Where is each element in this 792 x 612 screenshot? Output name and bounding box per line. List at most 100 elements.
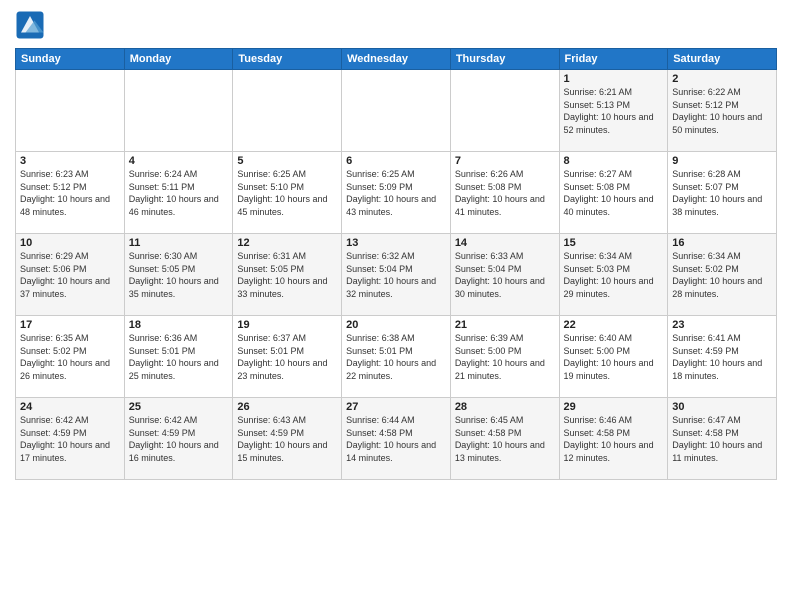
calendar-cell: 6Sunrise: 6:25 AM Sunset: 5:09 PM Daylig…	[342, 152, 451, 234]
calendar-cell	[342, 70, 451, 152]
calendar-cell: 15Sunrise: 6:34 AM Sunset: 5:03 PM Dayli…	[559, 234, 668, 316]
calendar-cell: 7Sunrise: 6:26 AM Sunset: 5:08 PM Daylig…	[450, 152, 559, 234]
calendar-cell: 3Sunrise: 6:23 AM Sunset: 5:12 PM Daylig…	[16, 152, 125, 234]
calendar-table: SundayMondayTuesdayWednesdayThursdayFrid…	[15, 48, 777, 480]
day-number: 2	[672, 73, 772, 85]
day-number: 13	[346, 237, 446, 249]
logo-icon	[15, 10, 45, 40]
day-number: 25	[129, 401, 229, 413]
calendar-cell	[450, 70, 559, 152]
day-info: Sunrise: 6:31 AM Sunset: 5:05 PM Dayligh…	[237, 250, 337, 300]
day-info: Sunrise: 6:47 AM Sunset: 4:58 PM Dayligh…	[672, 414, 772, 464]
day-number: 8	[564, 155, 664, 167]
day-number: 30	[672, 401, 772, 413]
calendar-cell: 29Sunrise: 6:46 AM Sunset: 4:58 PM Dayli…	[559, 398, 668, 480]
day-info: Sunrise: 6:24 AM Sunset: 5:11 PM Dayligh…	[129, 168, 229, 218]
day-info: Sunrise: 6:26 AM Sunset: 5:08 PM Dayligh…	[455, 168, 555, 218]
calendar-cell: 24Sunrise: 6:42 AM Sunset: 4:59 PM Dayli…	[16, 398, 125, 480]
calendar-cell: 14Sunrise: 6:33 AM Sunset: 5:04 PM Dayli…	[450, 234, 559, 316]
calendar-week-row: 17Sunrise: 6:35 AM Sunset: 5:02 PM Dayli…	[16, 316, 777, 398]
weekday-header: Sunday	[16, 49, 125, 70]
day-number: 5	[237, 155, 337, 167]
day-number: 19	[237, 319, 337, 331]
day-info: Sunrise: 6:25 AM Sunset: 5:10 PM Dayligh…	[237, 168, 337, 218]
calendar-week-row: 10Sunrise: 6:29 AM Sunset: 5:06 PM Dayli…	[16, 234, 777, 316]
day-number: 17	[20, 319, 120, 331]
header	[15, 10, 777, 40]
day-number: 24	[20, 401, 120, 413]
calendar-cell	[16, 70, 125, 152]
calendar-cell: 2Sunrise: 6:22 AM Sunset: 5:12 PM Daylig…	[668, 70, 777, 152]
calendar-cell: 1Sunrise: 6:21 AM Sunset: 5:13 PM Daylig…	[559, 70, 668, 152]
day-info: Sunrise: 6:35 AM Sunset: 5:02 PM Dayligh…	[20, 332, 120, 382]
day-number: 10	[20, 237, 120, 249]
calendar-cell: 22Sunrise: 6:40 AM Sunset: 5:00 PM Dayli…	[559, 316, 668, 398]
weekday-header: Friday	[559, 49, 668, 70]
day-info: Sunrise: 6:37 AM Sunset: 5:01 PM Dayligh…	[237, 332, 337, 382]
day-number: 14	[455, 237, 555, 249]
day-info: Sunrise: 6:45 AM Sunset: 4:58 PM Dayligh…	[455, 414, 555, 464]
calendar-cell: 8Sunrise: 6:27 AM Sunset: 5:08 PM Daylig…	[559, 152, 668, 234]
day-info: Sunrise: 6:30 AM Sunset: 5:05 PM Dayligh…	[129, 250, 229, 300]
calendar-cell	[124, 70, 233, 152]
day-info: Sunrise: 6:44 AM Sunset: 4:58 PM Dayligh…	[346, 414, 446, 464]
day-number: 1	[564, 73, 664, 85]
calendar-cell: 16Sunrise: 6:34 AM Sunset: 5:02 PM Dayli…	[668, 234, 777, 316]
day-number: 12	[237, 237, 337, 249]
weekday-header: Tuesday	[233, 49, 342, 70]
day-info: Sunrise: 6:34 AM Sunset: 5:03 PM Dayligh…	[564, 250, 664, 300]
day-number: 21	[455, 319, 555, 331]
weekday-header: Thursday	[450, 49, 559, 70]
calendar-cell: 28Sunrise: 6:45 AM Sunset: 4:58 PM Dayli…	[450, 398, 559, 480]
day-info: Sunrise: 6:46 AM Sunset: 4:58 PM Dayligh…	[564, 414, 664, 464]
day-info: Sunrise: 6:39 AM Sunset: 5:00 PM Dayligh…	[455, 332, 555, 382]
calendar-week-row: 1Sunrise: 6:21 AM Sunset: 5:13 PM Daylig…	[16, 70, 777, 152]
calendar-cell	[233, 70, 342, 152]
day-info: Sunrise: 6:36 AM Sunset: 5:01 PM Dayligh…	[129, 332, 229, 382]
day-number: 22	[564, 319, 664, 331]
calendar-cell: 13Sunrise: 6:32 AM Sunset: 5:04 PM Dayli…	[342, 234, 451, 316]
day-number: 29	[564, 401, 664, 413]
day-info: Sunrise: 6:40 AM Sunset: 5:00 PM Dayligh…	[564, 332, 664, 382]
calendar-cell: 25Sunrise: 6:42 AM Sunset: 4:59 PM Dayli…	[124, 398, 233, 480]
calendar-cell: 9Sunrise: 6:28 AM Sunset: 5:07 PM Daylig…	[668, 152, 777, 234]
calendar-cell: 30Sunrise: 6:47 AM Sunset: 4:58 PM Dayli…	[668, 398, 777, 480]
calendar-header-row: SundayMondayTuesdayWednesdayThursdayFrid…	[16, 49, 777, 70]
calendar-cell: 26Sunrise: 6:43 AM Sunset: 4:59 PM Dayli…	[233, 398, 342, 480]
calendar-cell: 4Sunrise: 6:24 AM Sunset: 5:11 PM Daylig…	[124, 152, 233, 234]
calendar-week-row: 3Sunrise: 6:23 AM Sunset: 5:12 PM Daylig…	[16, 152, 777, 234]
day-info: Sunrise: 6:43 AM Sunset: 4:59 PM Dayligh…	[237, 414, 337, 464]
day-info: Sunrise: 6:21 AM Sunset: 5:13 PM Dayligh…	[564, 86, 664, 136]
day-info: Sunrise: 6:38 AM Sunset: 5:01 PM Dayligh…	[346, 332, 446, 382]
page: SundayMondayTuesdayWednesdayThursdayFrid…	[0, 0, 792, 612]
day-number: 7	[455, 155, 555, 167]
logo	[15, 10, 49, 40]
calendar-cell: 10Sunrise: 6:29 AM Sunset: 5:06 PM Dayli…	[16, 234, 125, 316]
day-info: Sunrise: 6:32 AM Sunset: 5:04 PM Dayligh…	[346, 250, 446, 300]
calendar-cell: 19Sunrise: 6:37 AM Sunset: 5:01 PM Dayli…	[233, 316, 342, 398]
day-number: 3	[20, 155, 120, 167]
calendar-cell: 18Sunrise: 6:36 AM Sunset: 5:01 PM Dayli…	[124, 316, 233, 398]
day-number: 16	[672, 237, 772, 249]
day-info: Sunrise: 6:28 AM Sunset: 5:07 PM Dayligh…	[672, 168, 772, 218]
weekday-header: Monday	[124, 49, 233, 70]
day-info: Sunrise: 6:22 AM Sunset: 5:12 PM Dayligh…	[672, 86, 772, 136]
calendar-cell: 27Sunrise: 6:44 AM Sunset: 4:58 PM Dayli…	[342, 398, 451, 480]
day-info: Sunrise: 6:42 AM Sunset: 4:59 PM Dayligh…	[20, 414, 120, 464]
calendar-week-row: 24Sunrise: 6:42 AM Sunset: 4:59 PM Dayli…	[16, 398, 777, 480]
calendar-body: 1Sunrise: 6:21 AM Sunset: 5:13 PM Daylig…	[16, 70, 777, 480]
day-info: Sunrise: 6:25 AM Sunset: 5:09 PM Dayligh…	[346, 168, 446, 218]
calendar-cell: 23Sunrise: 6:41 AM Sunset: 4:59 PM Dayli…	[668, 316, 777, 398]
weekday-header: Wednesday	[342, 49, 451, 70]
day-info: Sunrise: 6:27 AM Sunset: 5:08 PM Dayligh…	[564, 168, 664, 218]
day-info: Sunrise: 6:34 AM Sunset: 5:02 PM Dayligh…	[672, 250, 772, 300]
day-number: 18	[129, 319, 229, 331]
day-info: Sunrise: 6:33 AM Sunset: 5:04 PM Dayligh…	[455, 250, 555, 300]
day-number: 27	[346, 401, 446, 413]
calendar-cell: 12Sunrise: 6:31 AM Sunset: 5:05 PM Dayli…	[233, 234, 342, 316]
day-number: 23	[672, 319, 772, 331]
calendar-cell: 5Sunrise: 6:25 AM Sunset: 5:10 PM Daylig…	[233, 152, 342, 234]
weekday-header: Saturday	[668, 49, 777, 70]
day-number: 9	[672, 155, 772, 167]
calendar-cell: 11Sunrise: 6:30 AM Sunset: 5:05 PM Dayli…	[124, 234, 233, 316]
